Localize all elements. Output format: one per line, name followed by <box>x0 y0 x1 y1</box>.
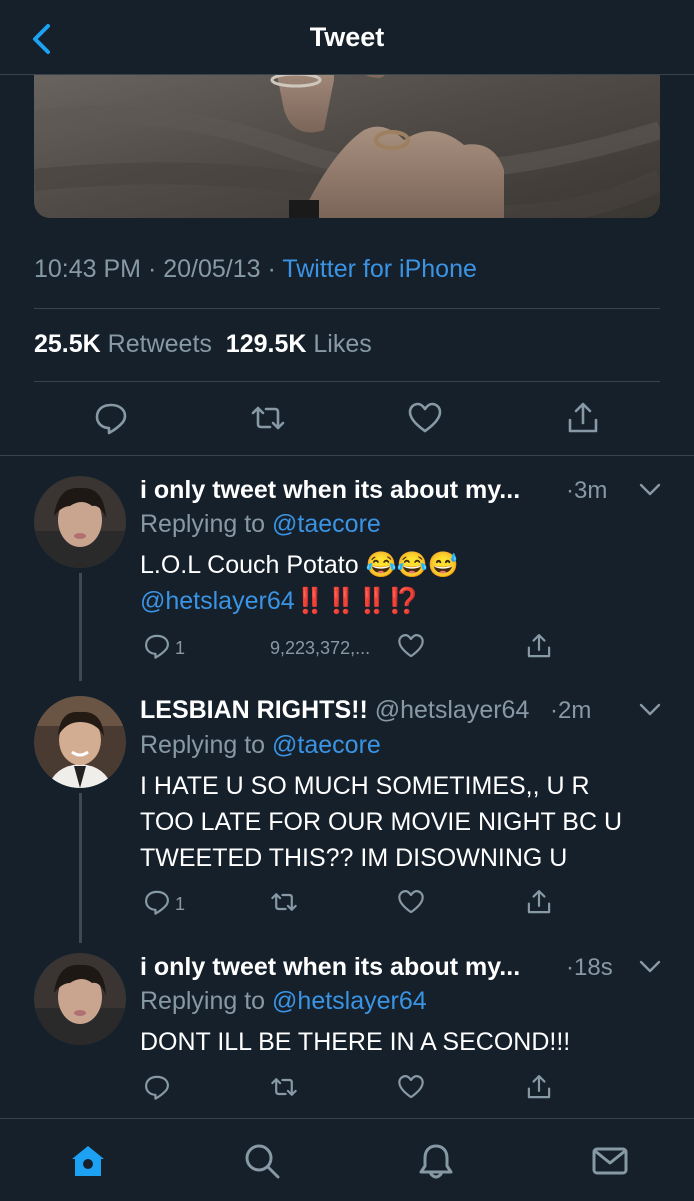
bell-icon[interactable] <box>416 1141 456 1181</box>
divider <box>0 455 694 456</box>
reply-time: ·2m <box>550 697 592 724</box>
tweet-date: 20/05/13 <box>163 255 261 283</box>
likes-label[interactable]: Likes <box>313 330 371 358</box>
mention-link[interactable]: @hetslayer64 <box>272 987 427 1015</box>
separator-dot: · <box>267 255 283 283</box>
avatar[interactable] <box>34 696 126 788</box>
replying-to-label: Replying to <box>140 987 266 1015</box>
reply-text-line: I HATE U SO MUCH SOMETIMES,, U R <box>140 772 590 800</box>
share-icon[interactable] <box>525 888 553 916</box>
retweet-icon[interactable] <box>270 888 298 916</box>
page-title: Tweet <box>309 22 385 52</box>
share-icon[interactable] <box>525 1073 553 1101</box>
reply-author-name[interactable]: i only tweet when its about my... <box>140 476 520 505</box>
thread-line <box>79 793 82 943</box>
reply-text-line: @hetslayer64‼️‼️‼️⁉️ <box>140 583 459 619</box>
reply-author-name[interactable]: LESBIAN RIGHTS!! @hetslayer64 <box>140 696 529 725</box>
display-name: LESBIAN RIGHTS!! <box>140 696 368 724</box>
chevron-down-icon[interactable] <box>638 702 662 718</box>
tweet-photo[interactable] <box>34 60 660 218</box>
reply-text-line: TOO LATE FOR OUR MOVIE NIGHT BC U <box>140 808 622 836</box>
divider <box>34 308 660 309</box>
tweet-source-link[interactable]: Twitter for iPhone <box>282 255 477 283</box>
tweet-meta: 10:43 PM · 20/05/13 · Twitter for iPhone <box>34 255 477 284</box>
separator-dot: · <box>147 255 164 283</box>
divider <box>34 381 660 382</box>
home-icon[interactable] <box>68 1141 108 1181</box>
like-heart-icon[interactable] <box>397 888 425 916</box>
reply-time: ·18s <box>566 954 613 981</box>
reply-text: DONT ILL BE THERE IN A SECOND!!! <box>140 1024 570 1060</box>
tweet-time: 10:43 PM <box>34 255 142 283</box>
thread-line <box>79 573 82 681</box>
mail-icon[interactable] <box>590 1141 630 1181</box>
mention-link[interactable]: @taecore <box>272 510 381 538</box>
reply-icon[interactable] <box>143 888 171 916</box>
retweet-icon[interactable] <box>270 1073 298 1101</box>
replying-to: Replying to @hetslayer64 <box>140 987 427 1016</box>
avatar[interactable] <box>34 476 126 568</box>
retweet-icon[interactable] <box>250 400 286 436</box>
reply-text-line: DONT ILL BE THERE IN A SECOND!!! <box>140 1028 571 1056</box>
top-bar: Tweet <box>0 0 694 75</box>
reply-time-value: 18s <box>574 954 613 981</box>
reply-author-name[interactable]: i only tweet when its about my... <box>140 953 520 982</box>
handle: @hetslayer64 <box>374 696 530 724</box>
reply-time-value: 2m <box>558 697 592 724</box>
retweets-count: 25.5K <box>34 330 101 358</box>
reply-text-line: TWEETED THIS?? IM DISOWNING U <box>140 844 568 872</box>
reply-text: L.O.L Couch Potato 😂😂😅 @hetslayer64‼️‼️‼… <box>140 547 459 619</box>
reply-text: I HATE U SO MUCH SOMETIMES,, U R TOO LAT… <box>140 768 622 876</box>
like-count: 9,223,372,... <box>270 638 371 658</box>
like-heart-icon[interactable] <box>407 400 443 436</box>
reply-count: 1 <box>175 894 186 914</box>
reply-count: 1 <box>175 638 186 658</box>
like-heart-icon[interactable] <box>397 632 425 660</box>
share-icon[interactable] <box>525 632 553 660</box>
replying-to-label: Replying to <box>140 510 266 538</box>
avatar[interactable] <box>34 953 126 1045</box>
share-icon[interactable] <box>565 400 601 436</box>
retweets-label[interactable]: Retweets <box>108 330 212 358</box>
like-heart-icon[interactable] <box>397 1073 425 1101</box>
reply-text-line: L.O.L Couch Potato 😂😂😅 <box>140 551 459 579</box>
bottom-tab-bar <box>0 1118 694 1201</box>
reply-icon[interactable] <box>143 1073 171 1101</box>
mention-link[interactable]: @hetslayer64 <box>140 587 295 615</box>
replying-to-label: Replying to <box>140 731 266 759</box>
reply-time-value: 3m <box>574 477 608 504</box>
tweet-stats: 25.5K Retweets 129.5K Likes <box>34 330 372 359</box>
replying-to: Replying to @taecore <box>140 731 381 760</box>
exclamation-emojis: ‼️‼️‼️⁉️ <box>294 587 420 615</box>
search-icon[interactable] <box>242 1141 282 1181</box>
likes-count: 129.5K <box>225 330 307 358</box>
chevron-down-icon[interactable] <box>638 482 662 498</box>
replying-to: Replying to @taecore <box>140 510 381 539</box>
reply-time: ·3m <box>566 477 608 504</box>
reply-icon[interactable] <box>143 632 171 660</box>
chevron-down-icon[interactable] <box>638 959 662 975</box>
mention-link[interactable]: @taecore <box>272 731 381 759</box>
reply-icon[interactable] <box>93 400 129 436</box>
